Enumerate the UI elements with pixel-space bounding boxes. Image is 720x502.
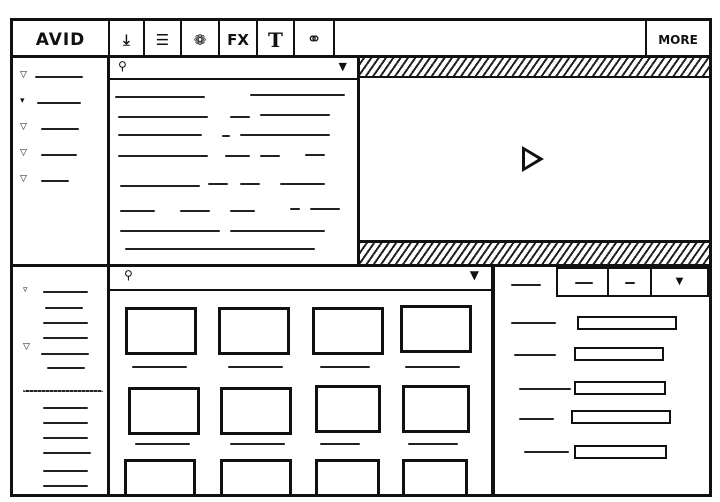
project-sidebar: ▽ ▾ ▽ ▽ ▽ xyxy=(13,58,110,265)
avid-logo: AVID xyxy=(13,21,110,58)
expand-icon[interactable]: ▿ xyxy=(23,285,28,295)
expand-icon[interactable]: ▽ xyxy=(20,148,27,158)
color-button[interactable]: ❁ xyxy=(182,21,220,58)
inspector-field[interactable] xyxy=(571,410,671,424)
inspector-menu-tab[interactable]: ▼ xyxy=(650,267,709,297)
filter-icon[interactable]: ▼ xyxy=(470,268,479,282)
inspector-field[interactable] xyxy=(574,445,667,459)
bin-frame-view: ⚲ ▼ xyxy=(110,267,495,494)
clip-thumbnail[interactable] xyxy=(220,387,292,435)
clip-thumbnail[interactable] xyxy=(220,459,292,494)
expand-icon[interactable]: ▽ xyxy=(20,122,27,132)
clip-thumbnail[interactable] xyxy=(312,307,384,355)
search-icon[interactable]: ⚲ xyxy=(124,268,133,282)
inspector-panel: ▼ xyxy=(499,267,709,494)
inspector-field[interactable] xyxy=(577,316,677,330)
filter-icon[interactable]: ▼ xyxy=(339,60,347,73)
clip-thumbnail[interactable] xyxy=(315,459,380,494)
list-button[interactable]: ☰ xyxy=(145,21,182,58)
clip-thumbnail[interactable] xyxy=(400,305,472,353)
clip-thumbnail[interactable] xyxy=(315,385,381,433)
expand-icon[interactable]: ▽ xyxy=(20,174,27,184)
bin-sidebar: ▿ ▽ xyxy=(13,267,110,494)
clip-thumbnail[interactable] xyxy=(124,459,196,494)
bin-search-bar[interactable]: ⚲ ▼ xyxy=(110,58,357,80)
clip-thumbnail[interactable] xyxy=(402,385,470,433)
bin-list-panel: ⚲ ▼ xyxy=(110,58,360,265)
clip-thumbnail[interactable] xyxy=(402,459,468,494)
expand-icon[interactable]: ▽ xyxy=(23,342,30,352)
source-viewer[interactable] xyxy=(360,58,709,265)
toolbar: AVID ⤓ ☰ ❁ FX T ⚭ MORE xyxy=(13,21,709,58)
expand-icon[interactable]: ▽ xyxy=(20,70,27,80)
play-icon xyxy=(525,151,538,167)
play-button[interactable] xyxy=(522,146,544,172)
search-icon[interactable]: ⚲ xyxy=(118,59,127,73)
clip-thumbnail[interactable] xyxy=(218,307,290,355)
clip-thumbnail[interactable] xyxy=(128,387,200,435)
more-button[interactable]: MORE xyxy=(645,21,709,58)
clip-thumbnail[interactable] xyxy=(125,307,197,355)
text-button[interactable]: T xyxy=(258,21,295,58)
fx-button[interactable]: FX xyxy=(220,21,258,58)
dropdown-icon: ▼ xyxy=(675,276,684,287)
import-button[interactable]: ⤓ xyxy=(110,21,145,58)
link-button[interactable]: ⚭ xyxy=(295,21,335,58)
inspector-tab[interactable] xyxy=(607,267,652,297)
frame-search-bar[interactable]: ⚲ ▼ xyxy=(110,267,491,291)
expand-icon[interactable]: ▾ xyxy=(20,96,25,106)
timeline-scrub-bar[interactable] xyxy=(360,240,709,265)
inspector-tab[interactable] xyxy=(556,267,609,297)
inspector-field[interactable] xyxy=(574,381,666,395)
timecode-bar-top xyxy=(360,58,709,78)
inspector-field[interactable] xyxy=(574,347,664,361)
